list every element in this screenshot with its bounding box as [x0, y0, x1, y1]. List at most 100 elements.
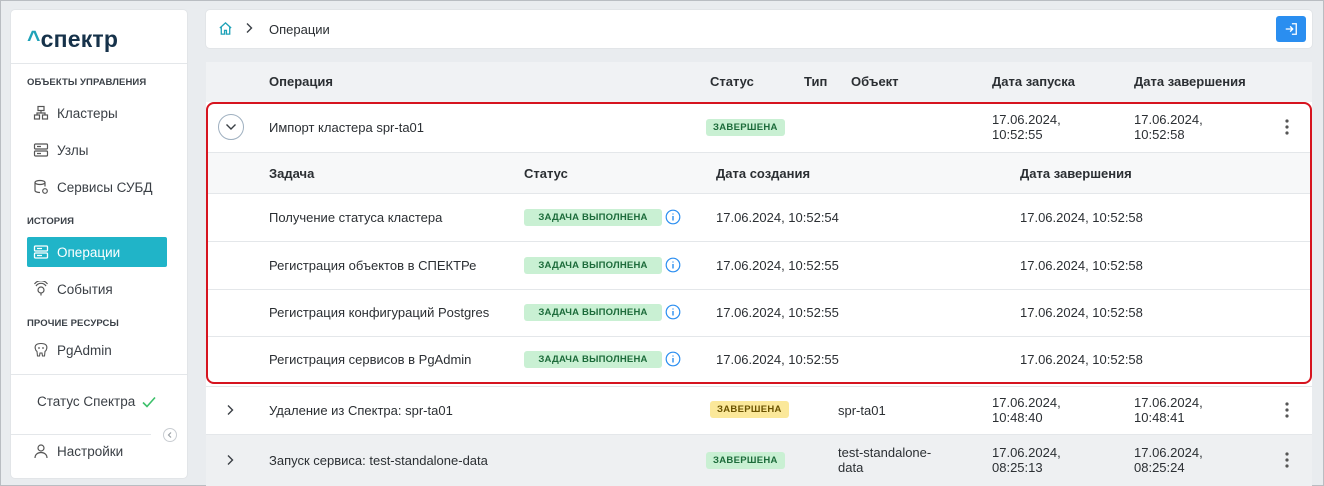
sidebar-section-management: ОБЪЕКТЫ УПРАВЛЕНИЯ — [27, 77, 147, 88]
object-name-line: data — [838, 460, 864, 475]
subtable-header: Задача Статус Дата создания Дата заверше… — [206, 153, 1312, 193]
start-date-day: 17.06.2024, — [992, 395, 1061, 410]
start-date: 17.06.2024, 10:48:40 — [992, 395, 1061, 425]
task-status: ЗАДАЧА ВЫПОЛНЕНА — [524, 303, 681, 321]
sidebar-item-label: PgAdmin — [57, 342, 112, 358]
object-name: spr-ta01 — [838, 403, 886, 418]
status-badge: ЗАВЕРШЕНА — [706, 451, 785, 469]
sidebar-item-clusters[interactable]: Кластеры — [27, 98, 167, 128]
table-row[interactable]: Удаление из Спектра: spr-ta01 ЗАВЕРШЕНА … — [206, 387, 1312, 434]
task-created: 17.06.2024, 10:52:55 — [716, 258, 839, 273]
chevron-right-icon — [227, 405, 234, 415]
info-icon[interactable] — [665, 304, 681, 320]
operations-icon — [33, 245, 49, 259]
breadcrumb-separator — [244, 21, 254, 38]
start-date-day: 17.06.2024, — [992, 112, 1061, 127]
table-header: Операция Статус Тип Объект Дата запуска … — [206, 62, 1312, 102]
events-icon — [34, 281, 48, 296]
sidebar-divider — [11, 434, 151, 435]
server-icon — [33, 143, 49, 157]
column-header-operation[interactable]: Операция — [269, 74, 333, 89]
operation-name: Запуск сервиса: test-standalone-data — [269, 453, 488, 468]
sidebar-section-other: ПРОЧИЕ РЕСУРСЫ — [27, 318, 119, 329]
task-name: Регистрация объектов в СПЕКТРе — [269, 258, 477, 273]
sidebar-item-settings[interactable]: Настройки — [27, 436, 167, 466]
sidebar-divider — [11, 63, 187, 64]
sidebar-item-label: Операции — [57, 244, 121, 260]
info-icon[interactable] — [665, 209, 681, 225]
logo[interactable]: ^спектр — [27, 26, 118, 54]
task-name: Регистрация сервисов в PgAdmin — [269, 352, 472, 367]
task-status-badge: ЗАДАЧА ВЫПОЛНЕНА — [524, 257, 662, 274]
collapse-row-button[interactable] — [218, 114, 244, 140]
task-name: Получение статуса кластера — [269, 210, 443, 225]
spectrum-status[interactable]: Статус Спектра — [37, 394, 157, 409]
operation-name: Удаление из Спектра: spr-ta01 — [269, 403, 453, 418]
breadcrumb-current: Операции — [269, 22, 330, 37]
column-header-object[interactable]: Объект — [851, 74, 899, 89]
table-row[interactable]: Запуск сервиса: test-standalone-data ЗАВ… — [206, 435, 1312, 486]
chevron-left-icon — [167, 432, 172, 438]
expand-row-button[interactable] — [225, 403, 235, 420]
column-header-end-date[interactable]: Дата завершения — [1134, 74, 1246, 89]
task-row: Регистрация конфигураций Postgres ЗАДАЧА… — [206, 290, 1312, 336]
breadcrumb-home[interactable] — [218, 21, 233, 39]
info-icon[interactable] — [665, 351, 681, 367]
info-icon[interactable] — [665, 257, 681, 273]
sign-out-icon — [1285, 23, 1297, 35]
subtable-header-status: Статус — [524, 166, 568, 181]
sidebar-item-label: Узлы — [57, 142, 89, 158]
status-badge: ЗАВЕРШЕНА — [710, 400, 789, 418]
task-status-badge: ЗАДАЧА ВЫПОЛНЕНА — [524, 351, 662, 368]
logo-text: спектр — [40, 26, 119, 52]
status-badge-label: ЗАВЕРШЕНА — [710, 401, 789, 418]
sidebar: ^спектр ОБЪЕКТЫ УПРАВЛЕНИЯ Кластеры Узлы… — [11, 10, 187, 478]
sidebar-item-label: Сервисы СУБД — [57, 179, 153, 195]
row-menu-button[interactable] — [1284, 451, 1290, 472]
sidebar-item-pgadmin[interactable]: PgAdmin — [27, 335, 167, 365]
row-menu-button[interactable] — [1284, 401, 1290, 422]
sidebar-item-label: Кластеры — [57, 105, 118, 121]
top-bar: Операции — [206, 10, 1312, 48]
start-date: 17.06.2024, 08:25:13 — [992, 445, 1061, 475]
check-icon — [142, 396, 156, 408]
task-status: ЗАДАЧА ВЫПОЛНЕНА — [524, 256, 681, 274]
task-finished: 17.06.2024, 10:52:58 — [1020, 210, 1143, 225]
table-row[interactable]: Импорт кластера spr-ta01 ЗАВЕРШЕНА 17.06… — [206, 102, 1312, 152]
start-date: 17.06.2024, 10:52:55 — [992, 112, 1061, 142]
logout-button[interactable] — [1276, 16, 1306, 42]
chevron-down-icon — [226, 124, 236, 130]
chevron-right-icon — [246, 23, 253, 33]
task-finished: 17.06.2024, 10:52:58 — [1020, 352, 1143, 367]
end-date-time: 10:52:58 — [1134, 127, 1185, 142]
home-icon — [219, 21, 232, 35]
task-status-badge: ЗАДАЧА ВЫПОЛНЕНА — [524, 304, 662, 321]
operations-table: Операция Статус Тип Объект Дата запуска … — [206, 62, 1312, 486]
status-badge: ЗАВЕРШЕНА — [706, 118, 785, 136]
end-date: 17.06.2024, 10:52:58 — [1134, 112, 1203, 142]
end-date-day: 17.06.2024, — [1134, 112, 1203, 127]
logo-caret: ^ — [27, 26, 41, 52]
sidebar-item-label: События — [57, 281, 113, 297]
spectrum-status-label: Статус Спектра — [37, 394, 136, 409]
task-name: Регистрация конфигураций Postgres — [269, 305, 490, 320]
status-badge-label: ЗАВЕРШЕНА — [706, 119, 785, 136]
sidebar-item-nodes[interactable]: Узлы — [27, 135, 167, 165]
end-date-time: 10:48:41 — [1134, 410, 1185, 425]
sidebar-section-history: ИСТОРИЯ — [27, 216, 75, 227]
subtable-header-finished: Дата завершения — [1020, 166, 1132, 181]
subtable-header-created: Дата создания — [716, 166, 811, 181]
column-header-start-date[interactable]: Дата запуска — [992, 74, 1075, 89]
column-header-status[interactable]: Статус — [710, 74, 754, 89]
sidebar-item-events[interactable]: События — [27, 274, 167, 304]
column-header-type[interactable]: Тип — [804, 74, 827, 89]
object-name-line: test-standalone- — [838, 445, 932, 460]
database-gear-icon — [34, 179, 48, 194]
expand-row-button[interactable] — [225, 453, 235, 470]
end-date-day: 17.06.2024, — [1134, 445, 1203, 460]
row-menu-button[interactable] — [1284, 118, 1290, 139]
task-created: 17.06.2024, 10:52:55 — [716, 352, 839, 367]
sidebar-item-operations[interactable]: Операции — [27, 237, 167, 267]
sidebar-item-dbms-services[interactable]: Сервисы СУБД — [27, 172, 167, 202]
task-row: Регистрация объектов в СПЕКТРе ЗАДАЧА ВЫ… — [206, 242, 1312, 289]
